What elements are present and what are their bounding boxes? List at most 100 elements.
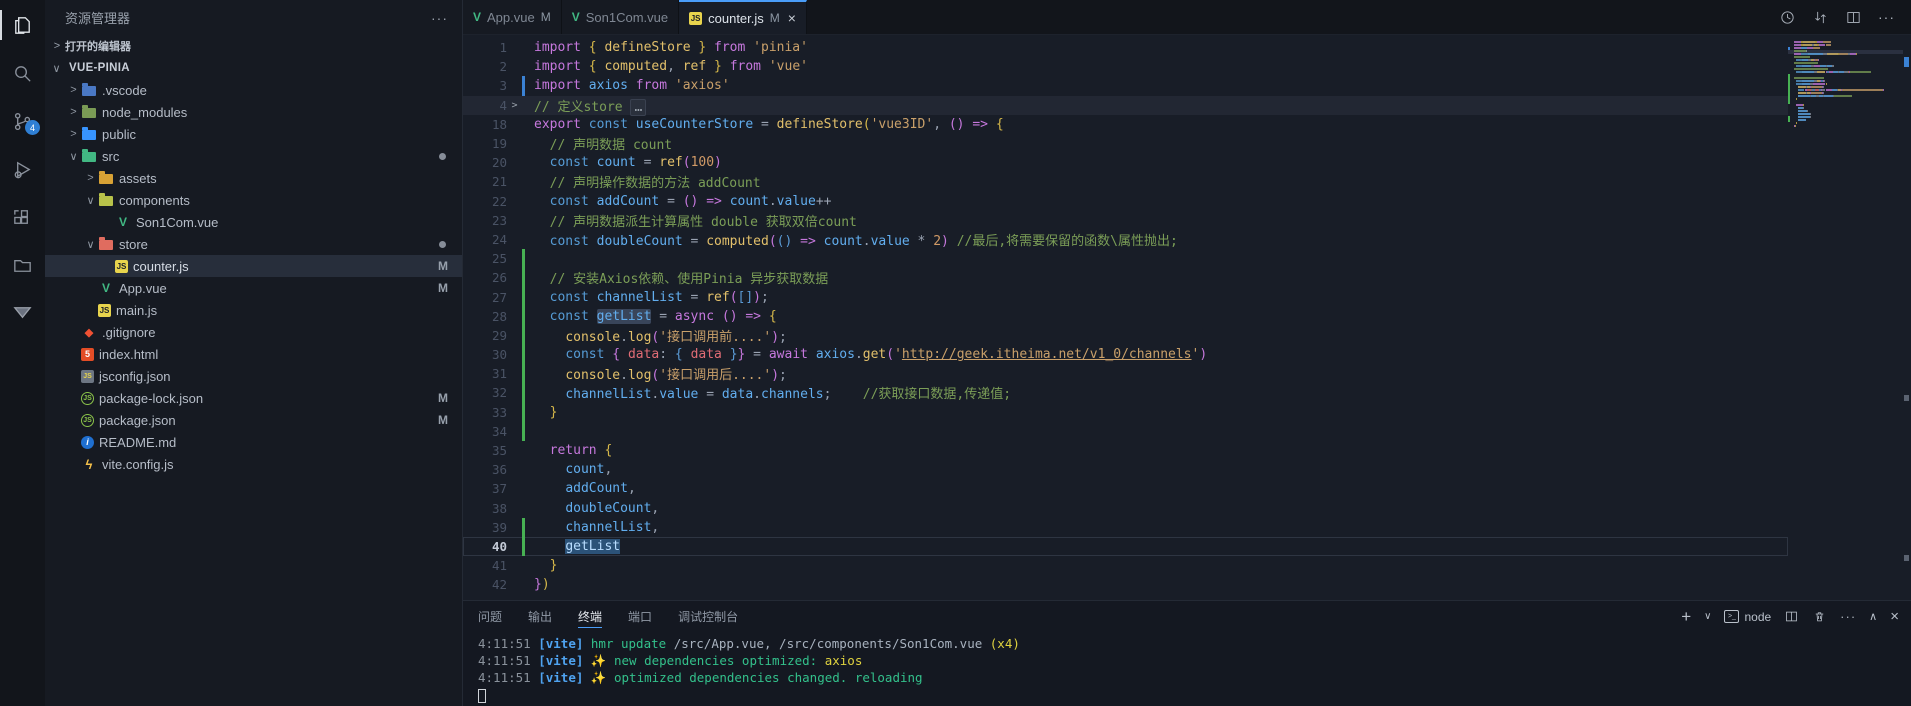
timeline-history-icon[interactable]	[1779, 9, 1796, 26]
tree-item[interactable]: V App.vue M	[45, 277, 462, 299]
activity-bar: 4	[0, 0, 45, 706]
code-line[interactable]: 25	[463, 249, 1788, 269]
folder-view-icon[interactable]	[0, 248, 45, 282]
extensions-icon[interactable]	[0, 200, 45, 234]
vue-file-icon: V	[101, 281, 110, 295]
tree-item[interactable]: ∨ components	[45, 189, 462, 211]
editor-more-icon[interactable]: ···	[1878, 9, 1895, 25]
tree-item[interactable]: ϟ vite.config.js	[45, 453, 462, 475]
tree-item[interactable]: > assets	[45, 167, 462, 189]
line-number: 42	[491, 577, 507, 593]
tree-item[interactable]: V Son1Com.vue	[45, 211, 462, 233]
tree-chevron-icon: >	[70, 106, 77, 118]
search-icon[interactable]	[0, 56, 45, 90]
terminal-dropdown-icon[interactable]: ∨	[1704, 611, 1711, 622]
tree-item[interactable]: ◆ .gitignore	[45, 321, 462, 343]
code-line[interactable]: 3 import axios from 'axios'	[463, 76, 1788, 96]
folder-file-icon	[81, 104, 97, 120]
close-tab-icon[interactable]: ×	[788, 10, 796, 26]
tree-item[interactable]: ∨ src	[45, 145, 462, 167]
code-line[interactable]: 34	[463, 421, 1788, 441]
run-debug-icon[interactable]	[0, 152, 45, 186]
tree-item[interactable]: > .vscode	[45, 79, 462, 101]
code-line[interactable]: 39 channelList,	[463, 517, 1788, 537]
file-tree: ∨ VUE-PINIA > .vscode > node_modules > public ∨ s…	[45, 57, 462, 706]
tree-item[interactable]: JS package.json M	[45, 409, 462, 431]
tree-item[interactable]: ∨ store	[45, 233, 462, 255]
split-editor-icon[interactable]	[1845, 9, 1862, 26]
gutter-spacer	[522, 57, 525, 76]
terminal-output[interactable]: 4:11:51 [vite] hmr update /src/App.vue, …	[463, 632, 1911, 706]
code-line[interactable]: 41 }	[463, 556, 1788, 575]
panel-tab[interactable]: 问题	[478, 601, 502, 632]
tree-root-item[interactable]: ∨ VUE-PINIA	[45, 57, 462, 79]
explorer-icon[interactable]	[0, 8, 45, 42]
line-number: 24	[491, 231, 507, 247]
code-line[interactable]: 28 const getList = async () => {	[463, 306, 1788, 326]
panel-tab[interactable]: 端口	[628, 601, 652, 632]
git-change-bar	[522, 421, 525, 441]
terminal-instance-node[interactable]: >_ node	[1724, 610, 1771, 624]
code-line[interactable]: 27 const channelList = ref([]);	[463, 287, 1788, 307]
tree-item[interactable]: JS main.js	[45, 299, 462, 321]
tree-item[interactable]: i README.md	[45, 431, 462, 453]
code-line[interactable]: 4 > // 定义store …	[463, 95, 1788, 116]
open-editors-section[interactable]: > 打开的编辑器	[45, 35, 462, 57]
code-line[interactable]: 37 addCount,	[463, 479, 1788, 498]
minimap[interactable]	[1788, 35, 1903, 600]
code-line[interactable]: 20 const count = ref(100)	[463, 153, 1788, 172]
fold-chevron-icon[interactable]: >	[507, 100, 522, 111]
tree-chevron-icon: ∨	[86, 238, 95, 251]
panel-tab[interactable]: 调试控制台	[678, 601, 738, 632]
code-line[interactable]: 24 const doubleCount = computed(() => co…	[463, 230, 1788, 249]
terminal-line: 4:11:51 [vite] ✨ new dependencies optimi…	[478, 653, 863, 668]
tree-item[interactable]: > public	[45, 123, 462, 145]
panel-tab[interactable]: 终端	[578, 601, 603, 632]
code-line[interactable]: 31 console.log('接口调用后....');	[463, 364, 1788, 384]
code-line[interactable]: 33 }	[463, 402, 1788, 422]
kill-terminal-icon[interactable]	[1812, 609, 1827, 624]
tree-item[interactable]: JS package-lock.json M	[45, 387, 462, 409]
code-line[interactable]: 38 doubleCount,	[463, 499, 1788, 518]
code-line[interactable]: 23 // 声明数据派生计算属性 double 获取双倍count	[463, 211, 1788, 230]
code-line[interactable]: 42})	[463, 575, 1788, 594]
filter-icon[interactable]	[0, 296, 45, 330]
code-editor[interactable]: 1 import { defineStore } from 'pinia' 2 imp…	[463, 35, 1788, 600]
code-line[interactable]: 21 // 声明操作数据的方法 addCount	[463, 172, 1788, 191]
panel-tab[interactable]: 输出	[528, 601, 552, 632]
panel-more-icon[interactable]: ···	[1840, 609, 1856, 624]
maximize-panel-icon[interactable]: ∧	[1869, 610, 1877, 623]
explorer-header: 资源管理器 ···	[45, 0, 462, 35]
code-line[interactable]: 26 // 安装Axios依赖、使用Pinia 异步获取数据	[463, 268, 1788, 288]
new-terminal-icon[interactable]: +	[1681, 607, 1691, 627]
code-line[interactable]: 2 import { computed, ref } from 'vue'	[463, 57, 1788, 76]
overview-ruler[interactable]	[1903, 35, 1911, 600]
code-line[interactable]: 30 const { data: { data }} = await axios…	[463, 345, 1788, 365]
code-line[interactable]: 29 console.log('接口调用前....');	[463, 325, 1788, 345]
editor-tab[interactable]: V Son1Com.vue	[561, 0, 680, 34]
code-line[interactable]: 35 return {	[463, 441, 1788, 460]
compare-changes-icon[interactable]	[1812, 9, 1829, 26]
split-terminal-icon[interactable]	[1784, 609, 1799, 624]
code-line[interactable]: 32 channelList.value = data.channels; //…	[463, 383, 1788, 403]
code-line[interactable]: 19 // 声明数据 count	[463, 134, 1788, 153]
tree-item-label: components	[119, 192, 190, 208]
code-line[interactable]: 18 export const useCounterStore = defineS…	[463, 115, 1788, 134]
line-number: 38	[491, 500, 507, 516]
close-panel-icon[interactable]: ×	[1890, 608, 1899, 625]
tree-item[interactable]: 5 index.html	[45, 343, 462, 365]
code-line[interactable]: 36 count,	[463, 460, 1788, 479]
explorer-more-icon[interactable]: ···	[431, 10, 448, 26]
tree-item[interactable]: > node_modules	[45, 101, 462, 123]
chevron-right-icon: >	[53, 40, 61, 52]
code-line[interactable]: 1 import { defineStore } from 'pinia'	[463, 38, 1788, 57]
editor-tab[interactable]: JS counter.js M ×	[679, 0, 807, 34]
code-line[interactable]: 22 const addCount = () => count.value++	[463, 192, 1788, 211]
editor-tab[interactable]: V App.vue M	[463, 0, 562, 34]
code-line[interactable]: 40 getList	[463, 536, 1788, 557]
source-control-icon[interactable]: 4	[0, 104, 45, 138]
code-text: // 声明数据 count	[534, 138, 673, 154]
line-number: 35	[491, 443, 507, 459]
tree-item[interactable]: JS jsconfig.json	[45, 365, 462, 387]
tree-item[interactable]: JS counter.js M	[45, 255, 462, 277]
